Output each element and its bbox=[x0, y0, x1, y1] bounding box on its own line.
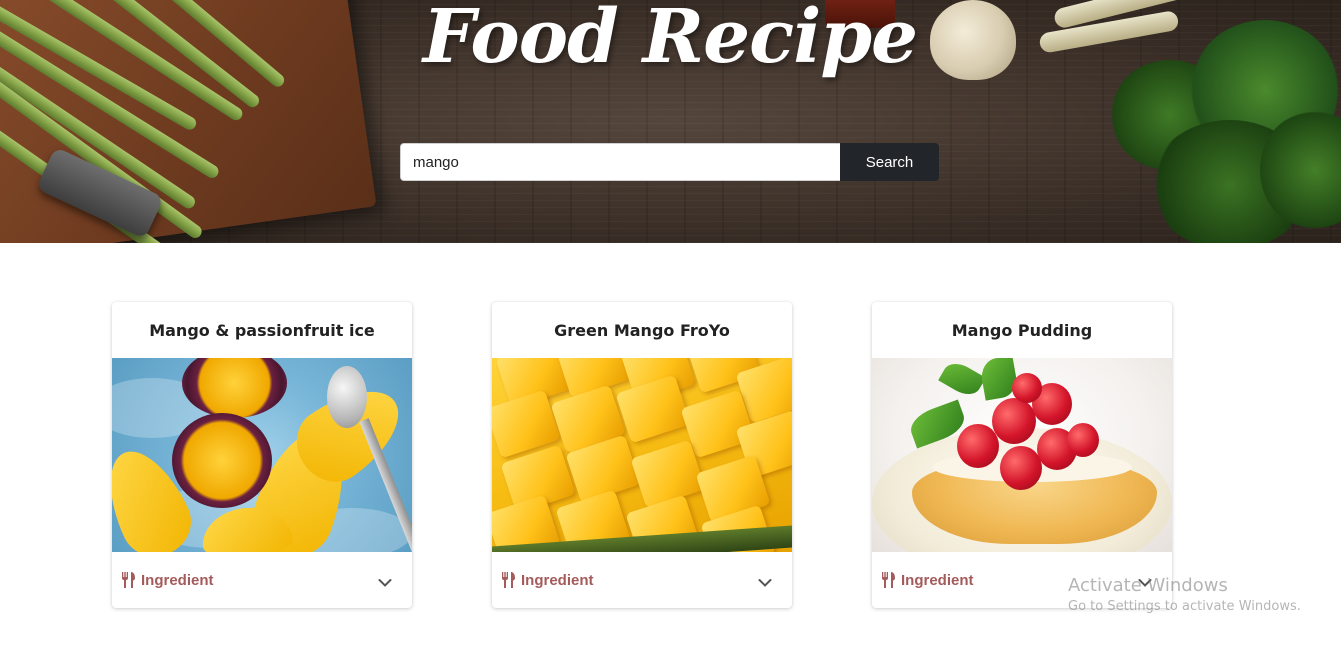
fork-knife-icon bbox=[500, 571, 516, 589]
chevron-down-icon[interactable] bbox=[758, 573, 772, 587]
recipe-card: Mango Pudding Ingredient bbox=[872, 302, 1172, 608]
ingredient-toggle[interactable]: Ingredient bbox=[112, 552, 412, 608]
recipe-card: Green Mango FroYo Ingredient bbox=[492, 302, 792, 608]
recipe-card: Mango & passionfruit ice Ingredient bbox=[112, 302, 412, 608]
recipe-title: Mango Pudding bbox=[951, 321, 1093, 340]
watermark-subtitle: Go to Settings to activate Windows. bbox=[1068, 599, 1301, 614]
watermark-title: Activate Windows bbox=[1068, 575, 1228, 596]
recipe-image bbox=[872, 358, 1172, 552]
ingredient-label: Ingredient bbox=[521, 571, 594, 589]
search-form: Search bbox=[400, 143, 939, 181]
windows-activation-watermark: Activate Windows Go to Settings to activ… bbox=[1068, 575, 1301, 614]
fork-knife-icon bbox=[880, 571, 896, 589]
search-button[interactable]: Search bbox=[840, 143, 939, 181]
recipe-image bbox=[112, 358, 412, 552]
recipe-image bbox=[492, 358, 792, 552]
search-input[interactable] bbox=[400, 143, 840, 181]
hero-banner: Food Recipe Search bbox=[0, 0, 1341, 243]
fork-knife-icon bbox=[120, 571, 136, 589]
ingredient-label: Ingredient bbox=[901, 571, 974, 589]
recipe-title: Mango & passionfruit ice bbox=[149, 321, 375, 340]
recipe-title: Green Mango FroYo bbox=[554, 321, 730, 340]
ingredient-toggle[interactable]: Ingredient bbox=[492, 552, 792, 608]
site-title: Food Recipe bbox=[422, 0, 918, 80]
ingredient-label: Ingredient bbox=[141, 571, 214, 589]
chevron-down-icon[interactable] bbox=[378, 573, 392, 587]
